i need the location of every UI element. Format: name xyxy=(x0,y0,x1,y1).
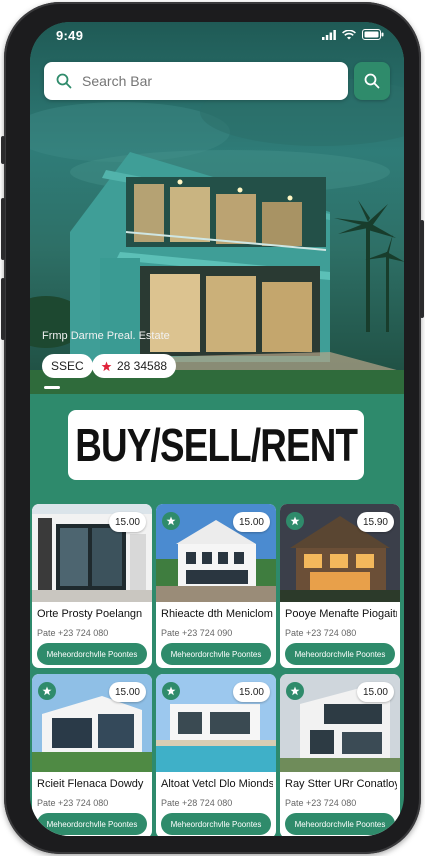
listing-cta-button[interactable]: Meheordorchvlle Poontes xyxy=(161,643,271,665)
phone-frame: 9:49 Search Bar Frmp Darme Preal. Estate… xyxy=(1,2,424,854)
listing-subtitle: Pate +23 724 080 xyxy=(37,798,109,808)
listing-title: Orte Prosty Poelangn xyxy=(37,608,143,620)
status-time: 9:49 xyxy=(56,28,84,43)
listing-cta-button[interactable]: Meheordorchvlle Poontes xyxy=(285,813,395,835)
listing-cta-button[interactable]: Meheordorchvlle Poontes xyxy=(37,643,147,665)
search-icon xyxy=(56,73,72,89)
listing-price: 15.00 xyxy=(356,682,394,702)
search-bar[interactable] xyxy=(44,62,348,100)
listing-card[interactable]: 15.00 Orte Prosty Poelangn Pate +23 724 … xyxy=(32,504,152,668)
search-button[interactable] xyxy=(354,62,390,100)
listing-card[interactable]: 15.00 Altoat Vetcl Dlo Mionds Pate +28 7… xyxy=(156,674,276,836)
star-icon xyxy=(166,686,176,696)
volume-down-button xyxy=(1,278,5,340)
listing-title: Rhieacte dth Meniclom xyxy=(161,608,273,620)
buy-sell-rent-banner[interactable]: BUY/SELL/RENT xyxy=(68,410,364,480)
listing-card[interactable]: 15.00 Ray Stter URr Conatloy Pate +23 72… xyxy=(280,674,400,836)
battery-icon xyxy=(362,29,384,40)
search-input[interactable] xyxy=(82,73,322,89)
hero-caption: Frmp Darme Preal. Estate xyxy=(42,330,170,342)
listing-title: Rcieit Flenaca Dowdy xyxy=(37,778,144,790)
listing-price: 15.00 xyxy=(108,512,146,532)
carousel-indicator[interactable] xyxy=(44,386,60,389)
star-icon xyxy=(290,686,300,696)
hero-chip-primary-label: SSEC xyxy=(51,359,84,373)
star-icon xyxy=(290,516,300,526)
listing-subtitle: Pate +23 724 080 xyxy=(285,628,357,638)
listing-title: Ray Stter URr Conatloy xyxy=(285,778,397,790)
power-button xyxy=(420,220,424,318)
favorite-button[interactable] xyxy=(162,512,180,530)
listing-subtitle: Pate +23 724 080 xyxy=(285,798,357,808)
listing-subtitle: Pate +23 724 090 xyxy=(161,628,233,638)
volume-up-button xyxy=(1,198,5,260)
favorite-button[interactable] xyxy=(286,682,304,700)
favorite-button[interactable] xyxy=(38,682,56,700)
listing-card[interactable]: 15.00 Rhieacte dth Meniclom Pate +23 724… xyxy=(156,504,276,668)
star-icon xyxy=(101,361,112,371)
signal-icon xyxy=(322,29,336,40)
listing-cta-button[interactable]: Meheordorchvlle Poontes xyxy=(161,813,271,835)
listing-subtitle: Pate +28 724 080 xyxy=(161,798,233,808)
star-icon xyxy=(42,686,52,696)
silent-switch xyxy=(1,136,5,164)
listing-title: Altoat Vetcl Dlo Mionds xyxy=(161,778,273,790)
app-screen: 9:49 Search Bar Frmp Darme Preal. Estate… xyxy=(30,22,404,836)
listing-price: 15.00 xyxy=(232,682,270,702)
listing-price: 15.00 xyxy=(108,682,146,702)
listing-card[interactable]: 15.90 Pooye Menafte Piogaitre Pate +23 7… xyxy=(280,504,400,668)
favorite-button[interactable] xyxy=(162,682,180,700)
favorite-button[interactable] xyxy=(286,512,304,530)
hero-chip-rating[interactable]: 28 34588 xyxy=(92,354,177,378)
listing-card[interactable]: 15.00 Rcieit Flenaca Dowdy Pate +23 724 … xyxy=(32,674,152,836)
listing-title: Pooye Menafte Piogaitre xyxy=(285,608,397,620)
listing-price: 15.90 xyxy=(356,512,394,532)
search-icon xyxy=(364,73,380,89)
star-icon xyxy=(166,516,176,526)
status-icons xyxy=(322,29,384,40)
status-bar: 9:49 xyxy=(30,22,404,54)
listing-cta-button[interactable]: Meheordorchvlle Poontes xyxy=(37,813,147,835)
wifi-icon xyxy=(342,29,356,39)
listing-price: 15.00 xyxy=(232,512,270,532)
banner-text: BUY/SELL/RENT xyxy=(75,419,358,471)
listing-subtitle: Pate +23 724 080 xyxy=(37,628,109,638)
hero-chip-primary[interactable]: SSEC xyxy=(42,354,93,378)
listing-cta-button[interactable]: Meheordorchvlle Poontes xyxy=(285,643,395,665)
hero-chip-rating-label: 28 34588 xyxy=(117,359,168,373)
